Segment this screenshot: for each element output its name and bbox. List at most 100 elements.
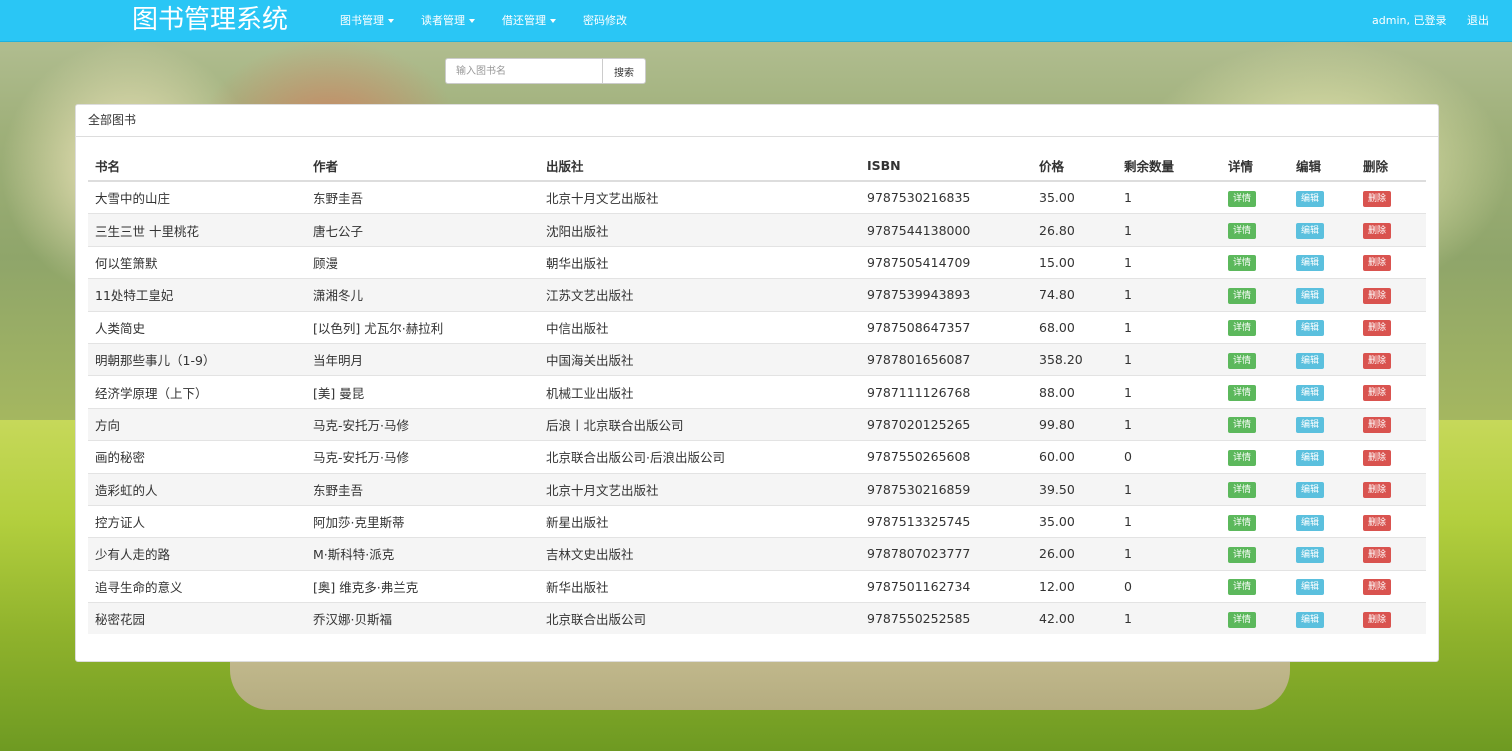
edit-button[interactable]: 编辑 bbox=[1296, 546, 1325, 563]
table-row: 画的秘密 马克-安托万·马修 北京联合出版公司·后浪出版公司 978755026560… bbox=[88, 440, 1426, 474]
cell-stock: 1 bbox=[1117, 213, 1221, 247]
delete-button[interactable]: 删除 bbox=[1363, 255, 1392, 272]
cell-publisher: 机械工业出版社 bbox=[539, 375, 860, 409]
edit-button[interactable]: 编辑 bbox=[1296, 417, 1325, 434]
cell-isbn: 9787020125265 bbox=[860, 407, 1032, 441]
column-header-publisher: 出版社 bbox=[539, 150, 860, 182]
column-header-isbn: ISBN bbox=[860, 150, 1032, 182]
delete-button[interactable]: 删除 bbox=[1363, 223, 1392, 240]
cell-author: 唐七公子 bbox=[306, 213, 539, 247]
edit-button[interactable]: 编辑 bbox=[1296, 223, 1325, 240]
edit-button[interactable]: 编辑 bbox=[1296, 385, 1325, 402]
delete-button[interactable]: 删除 bbox=[1363, 352, 1392, 369]
cell-edit: 编辑 bbox=[1289, 245, 1356, 279]
search-input[interactable] bbox=[445, 58, 602, 84]
cell-author: 东野圭吾 bbox=[306, 180, 539, 214]
delete-button[interactable]: 删除 bbox=[1363, 417, 1392, 434]
panel-title: 全部图书 bbox=[76, 105, 1438, 137]
cell-delete: 删除 bbox=[1356, 180, 1426, 214]
cell-detail: 详情 bbox=[1221, 310, 1289, 344]
detail-button[interactable]: 详情 bbox=[1228, 611, 1257, 628]
detail-button[interactable]: 详情 bbox=[1228, 482, 1257, 499]
cell-stock: 1 bbox=[1117, 310, 1221, 344]
cell-detail: 详情 bbox=[1221, 213, 1289, 247]
caret-down-icon bbox=[469, 19, 475, 23]
delete-button[interactable]: 删除 bbox=[1363, 320, 1392, 337]
book-list-panel: 全部图书 书名 作者 出版社 ISBN 价格 剩余数量 详情 编辑 删除 大雪中… bbox=[75, 104, 1439, 662]
user-status[interactable]: admin, 已登录 bbox=[1372, 13, 1446, 29]
cell-price: 358.20 bbox=[1032, 342, 1117, 376]
cell-price: 42.00 bbox=[1032, 602, 1117, 635]
menu-borrow-return[interactable]: 借还管理 bbox=[502, 13, 556, 29]
menu-reader-management[interactable]: 读者管理 bbox=[421, 13, 475, 29]
edit-button[interactable]: 编辑 bbox=[1296, 320, 1325, 337]
detail-button[interactable]: 详情 bbox=[1228, 223, 1257, 240]
delete-button[interactable]: 删除 bbox=[1363, 514, 1392, 531]
cell-title: 追寻生命的意义 bbox=[88, 569, 306, 603]
caret-down-icon bbox=[388, 19, 394, 23]
cell-stock: 0 bbox=[1117, 440, 1221, 474]
cell-edit: 编辑 bbox=[1289, 472, 1356, 506]
search-button[interactable]: 搜索 bbox=[602, 58, 646, 84]
detail-button[interactable]: 详情 bbox=[1228, 352, 1257, 369]
delete-button[interactable]: 删除 bbox=[1363, 385, 1392, 402]
edit-button[interactable]: 编辑 bbox=[1296, 514, 1325, 531]
cell-isbn: 9787550252585 bbox=[860, 602, 1032, 635]
column-header-title: 书名 bbox=[88, 150, 306, 182]
cell-price: 26.80 bbox=[1032, 213, 1117, 247]
detail-button[interactable]: 详情 bbox=[1228, 287, 1257, 304]
cell-delete: 删除 bbox=[1356, 504, 1426, 538]
edit-button[interactable]: 编辑 bbox=[1296, 352, 1325, 369]
cell-publisher: 吉林文史出版社 bbox=[539, 537, 860, 571]
brand-title[interactable]: 图书管理系统 bbox=[132, 4, 288, 37]
edit-button[interactable]: 编辑 bbox=[1296, 579, 1325, 596]
cell-isbn: 9787508647357 bbox=[860, 310, 1032, 344]
table-row: 大雪中的山庄 东野圭吾 北京十月文艺出版社 9787530216835 35.00 1 详情… bbox=[88, 180, 1426, 214]
detail-button[interactable]: 详情 bbox=[1228, 385, 1257, 402]
cell-author: 当年明月 bbox=[306, 342, 539, 376]
edit-button[interactable]: 编辑 bbox=[1296, 255, 1325, 272]
delete-button[interactable]: 删除 bbox=[1363, 579, 1392, 596]
detail-button[interactable]: 详情 bbox=[1228, 514, 1257, 531]
edit-button[interactable]: 编辑 bbox=[1296, 190, 1325, 207]
edit-button[interactable]: 编辑 bbox=[1296, 287, 1325, 304]
cell-stock: 1 bbox=[1117, 245, 1221, 279]
delete-button[interactable]: 删除 bbox=[1363, 190, 1392, 207]
cell-author: [奥] 维克多·弗兰克 bbox=[306, 569, 539, 603]
detail-button[interactable]: 详情 bbox=[1228, 546, 1257, 563]
menu-book-management[interactable]: 图书管理 bbox=[340, 13, 394, 29]
detail-button[interactable]: 详情 bbox=[1228, 190, 1257, 207]
delete-button[interactable]: 删除 bbox=[1363, 287, 1392, 304]
cell-title: 控方证人 bbox=[88, 504, 306, 538]
delete-button[interactable]: 删除 bbox=[1363, 449, 1392, 466]
logout-link[interactable]: 退出 bbox=[1467, 13, 1489, 29]
edit-button[interactable]: 编辑 bbox=[1296, 449, 1325, 466]
cell-stock: 1 bbox=[1117, 504, 1221, 538]
cell-isbn: 9787539943893 bbox=[860, 278, 1032, 312]
detail-button[interactable]: 详情 bbox=[1228, 449, 1257, 466]
cell-isbn: 9787501162734 bbox=[860, 569, 1032, 603]
cell-title: 明朝那些事儿（1-9） bbox=[88, 342, 306, 376]
cell-detail: 详情 bbox=[1221, 407, 1289, 441]
column-header-author: 作者 bbox=[306, 150, 539, 182]
delete-button[interactable]: 删除 bbox=[1363, 546, 1392, 563]
cell-publisher: 北京十月文艺出版社 bbox=[539, 472, 860, 506]
edit-button[interactable]: 编辑 bbox=[1296, 611, 1325, 628]
detail-button[interactable]: 详情 bbox=[1228, 579, 1257, 596]
edit-button[interactable]: 编辑 bbox=[1296, 482, 1325, 499]
delete-button[interactable]: 删除 bbox=[1363, 611, 1392, 628]
cell-detail: 详情 bbox=[1221, 504, 1289, 538]
menu-change-password[interactable]: 密码修改 bbox=[583, 13, 627, 29]
detail-button[interactable]: 详情 bbox=[1228, 320, 1257, 337]
cell-edit: 编辑 bbox=[1289, 375, 1356, 409]
table-row: 人类简史 [以色列] 尤瓦尔·赫拉利 中信出版社 9787508647357 68.00… bbox=[88, 310, 1426, 344]
cell-price: 60.00 bbox=[1032, 440, 1117, 474]
cell-detail: 详情 bbox=[1221, 278, 1289, 312]
detail-button[interactable]: 详情 bbox=[1228, 417, 1257, 434]
cell-delete: 删除 bbox=[1356, 245, 1426, 279]
cell-isbn: 9787550265608 bbox=[860, 440, 1032, 474]
detail-button[interactable]: 详情 bbox=[1228, 255, 1257, 272]
cell-publisher: 北京十月文艺出版社 bbox=[539, 180, 860, 214]
delete-button[interactable]: 删除 bbox=[1363, 482, 1392, 499]
cell-isbn: 9787513325745 bbox=[860, 504, 1032, 538]
